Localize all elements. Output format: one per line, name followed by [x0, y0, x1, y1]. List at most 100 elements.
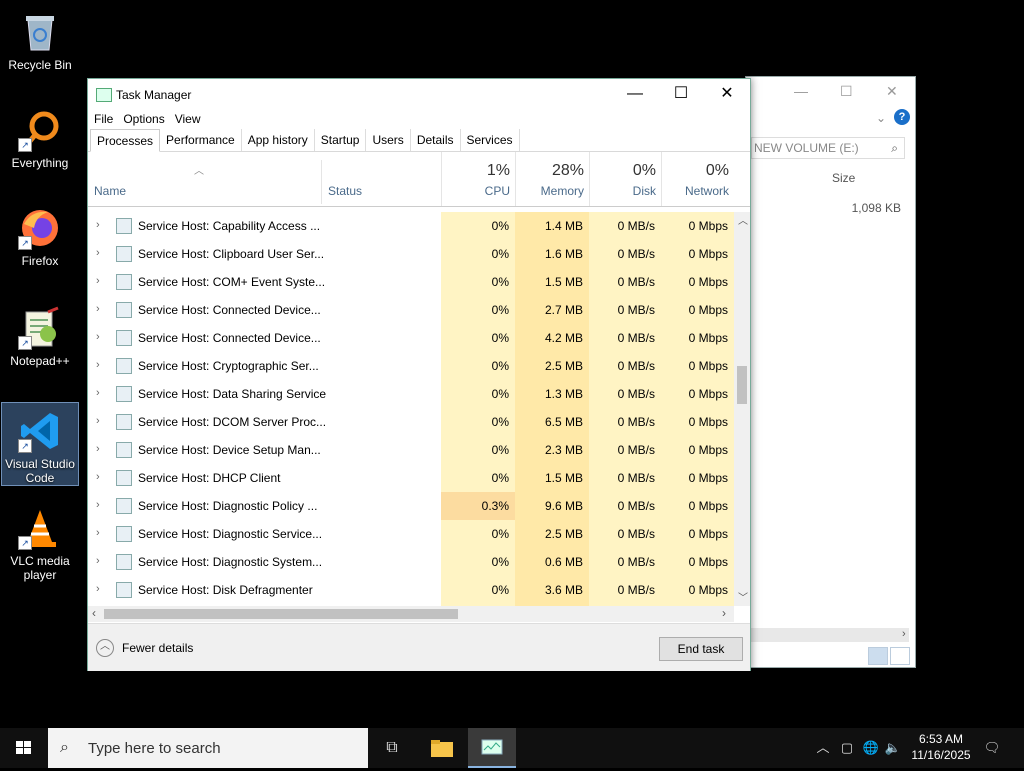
windows-logo-icon: [16, 741, 31, 754]
expand-chevron-icon[interactable]: ›: [96, 471, 100, 483]
large-icons-view-icon[interactable]: [890, 647, 910, 665]
process-network-value: 0 Mbps: [661, 268, 734, 296]
task-view-button[interactable]: ⧉: [368, 728, 416, 768]
table-row[interactable]: › Service Host: Connected Device... 0% 4.2 …: [88, 324, 734, 352]
expand-chevron-icon[interactable]: ›: [96, 443, 100, 455]
table-row[interactable]: › Service Host: Data Sharing Service 0% 1.3…: [88, 380, 734, 408]
column-header-name[interactable]: Name: [94, 184, 126, 198]
maximize-icon[interactable]: ☐: [840, 83, 853, 100]
tab-app-history[interactable]: App history: [242, 129, 315, 151]
close-button[interactable]: ✕: [704, 79, 750, 109]
process-cpu-value: 0%: [441, 268, 515, 296]
desktop-icon-recycle-bin[interactable]: Recycle Bin: [2, 4, 78, 76]
column-header-disk[interactable]: 0% Disk: [589, 152, 662, 206]
table-row[interactable]: › Service Host: Cryptographic Ser... 0% 2.5…: [88, 352, 734, 380]
desktop-icon-everything[interactable]: ↗ Everything: [2, 102, 78, 174]
service-gear-icon: [116, 554, 132, 570]
table-row[interactable]: › Service Host: Device Setup Man... 0% 2.3 …: [88, 436, 734, 464]
table-row[interactable]: › Service Host: Diagnostic Policy ... 0.3%…: [88, 492, 734, 520]
volume-muted-icon[interactable]: 🔈: [884, 728, 902, 768]
tab-startup[interactable]: Startup: [315, 129, 367, 151]
tab-services[interactable]: Services: [461, 129, 520, 151]
column-header-size[interactable]: Size: [832, 171, 855, 185]
scroll-right-icon[interactable]: ›: [722, 606, 726, 620]
table-row[interactable]: › Service Host: DCOM Server Proc... 0% 6.5 …: [88, 408, 734, 436]
tab-details[interactable]: Details: [411, 129, 461, 151]
maximize-button[interactable]: ☐: [658, 79, 704, 109]
table-row[interactable]: › Service Host: Connected Device... 0% 2.7 …: [88, 296, 734, 324]
service-gear-icon: [116, 442, 132, 458]
expand-chevron-icon[interactable]: ›: [96, 387, 100, 399]
explorer-search-input[interactable]: NEW VOLUME (E:) ⌕: [751, 137, 905, 159]
desktop-icon-vlc[interactable]: ↗ VLC media player: [2, 500, 78, 584]
process-cpu-value: 0%: [441, 324, 515, 352]
tab-users[interactable]: Users: [366, 129, 411, 151]
task-manager-taskbar-icon[interactable]: [468, 728, 516, 768]
expand-chevron-icon[interactable]: ›: [96, 583, 100, 595]
file-explorer-taskbar-icon[interactable]: [418, 728, 466, 768]
scroll-right-icon[interactable]: ›: [902, 628, 906, 640]
minimize-icon[interactable]: —: [794, 83, 808, 99]
file-explorer-window[interactable]: — ☐ ✕ ⌄ ? NEW VOLUME (E:) ⌕ Size 1,098 K…: [745, 76, 916, 668]
menu-file[interactable]: File: [94, 109, 113, 129]
expand-chevron-icon[interactable]: ›: [96, 331, 100, 343]
tab-performance[interactable]: Performance: [160, 129, 242, 151]
explorer-horizontal-scrollbar[interactable]: [751, 628, 909, 642]
taskbar-search-box[interactable]: ⌕ Type here to search: [48, 728, 368, 768]
horizontal-scroll-thumb[interactable]: [104, 609, 458, 619]
menu-view[interactable]: View: [175, 109, 201, 129]
shortcut-arrow-icon: ↗: [18, 536, 32, 550]
start-button[interactable]: [0, 728, 48, 768]
tab-processes[interactable]: Processes: [90, 129, 161, 152]
details-view-icon[interactable]: [868, 647, 888, 665]
help-icon[interactable]: ?: [894, 109, 910, 125]
expand-chevron-icon[interactable]: ›: [96, 555, 100, 567]
table-row[interactable]: › Service Host: Disk Defragmenter 0% 3.6 MB…: [88, 576, 734, 604]
disk-column-label: Disk: [632, 184, 656, 198]
vertical-scroll-thumb[interactable]: [737, 366, 747, 404]
fewer-details-button[interactable]: ︿ Fewer details: [96, 639, 193, 657]
chevron-down-icon[interactable]: ⌄: [876, 111, 886, 125]
scroll-left-icon[interactable]: ‹: [92, 606, 96, 620]
horizontal-scrollbar[interactable]: ‹ ›: [88, 606, 734, 622]
column-header-cpu[interactable]: 1% CPU: [441, 152, 516, 206]
action-center-icon[interactable]: 🗨: [982, 728, 1002, 768]
table-row[interactable]: › Service Host: COM+ Event Syste... 0% 1.5 …: [88, 268, 734, 296]
show-hidden-icons-chevron-icon[interactable]: ︿: [814, 728, 832, 768]
system-clock[interactable]: 6:53 AM 11/16/2025: [906, 731, 976, 763]
expand-chevron-icon[interactable]: ›: [96, 499, 100, 511]
desktop-icon-firefox[interactable]: ↗ Firefox: [2, 200, 78, 272]
tray-app-icon[interactable]: ▢: [838, 728, 856, 768]
minimize-button[interactable]: —: [612, 79, 658, 109]
table-row[interactable]: › Service Host: Capability Access ... 0% 1.…: [88, 212, 734, 240]
column-header-memory[interactable]: 28% Memory: [515, 152, 590, 206]
desktop-icon-vscode[interactable]: ↗ Visual Studio Code: [1, 402, 79, 486]
column-header-network[interactable]: 0% Network: [661, 152, 735, 206]
column-header-status[interactable]: Status: [328, 184, 362, 198]
close-icon[interactable]: ✕: [886, 83, 898, 100]
expand-chevron-icon[interactable]: ›: [96, 359, 100, 371]
table-row[interactable]: › Service Host: Diagnostic Service... 0% 2.…: [88, 520, 734, 548]
expand-chevron-icon[interactable]: ›: [96, 527, 100, 539]
table-row[interactable]: › Service Host: Clipboard User Ser... 0% 1.…: [88, 240, 734, 268]
menu-options[interactable]: Options: [123, 109, 164, 129]
task-manager-icon: [96, 88, 112, 102]
expand-chevron-icon[interactable]: ›: [96, 415, 100, 427]
task-manager-window[interactable]: Task Manager — ☐ ✕ File Options View Pro…: [87, 78, 751, 671]
title-bar[interactable]: Task Manager — ☐ ✕: [88, 79, 750, 109]
vertical-scrollbar[interactable]: ︿ ﹀: [734, 212, 750, 606]
network-icon[interactable]: 🌐: [862, 728, 880, 768]
table-row[interactable]: › Service Host: DHCP Client 0% 1.5 MB 0 MB/s…: [88, 464, 734, 492]
end-task-button[interactable]: End task: [659, 637, 743, 661]
expand-chevron-icon[interactable]: ›: [96, 303, 100, 315]
expand-chevron-icon[interactable]: ›: [96, 275, 100, 287]
scroll-up-icon[interactable]: ︿: [738, 212, 748, 227]
process-memory-value: 1.4 MB: [515, 212, 589, 240]
process-disk-value: 0 MB/s: [589, 492, 661, 520]
table-row[interactable]: › Service Host: Diagnostic System... 0% 0.6…: [88, 548, 734, 576]
expand-chevron-icon[interactable]: ›: [96, 219, 100, 231]
expand-chevron-icon[interactable]: ›: [96, 247, 100, 259]
desktop-icon-notepad-plus-plus[interactable]: ↗ Notepad++: [2, 300, 78, 372]
scroll-down-icon[interactable]: ﹀: [738, 589, 748, 604]
recycle-bin-icon: [18, 10, 62, 54]
